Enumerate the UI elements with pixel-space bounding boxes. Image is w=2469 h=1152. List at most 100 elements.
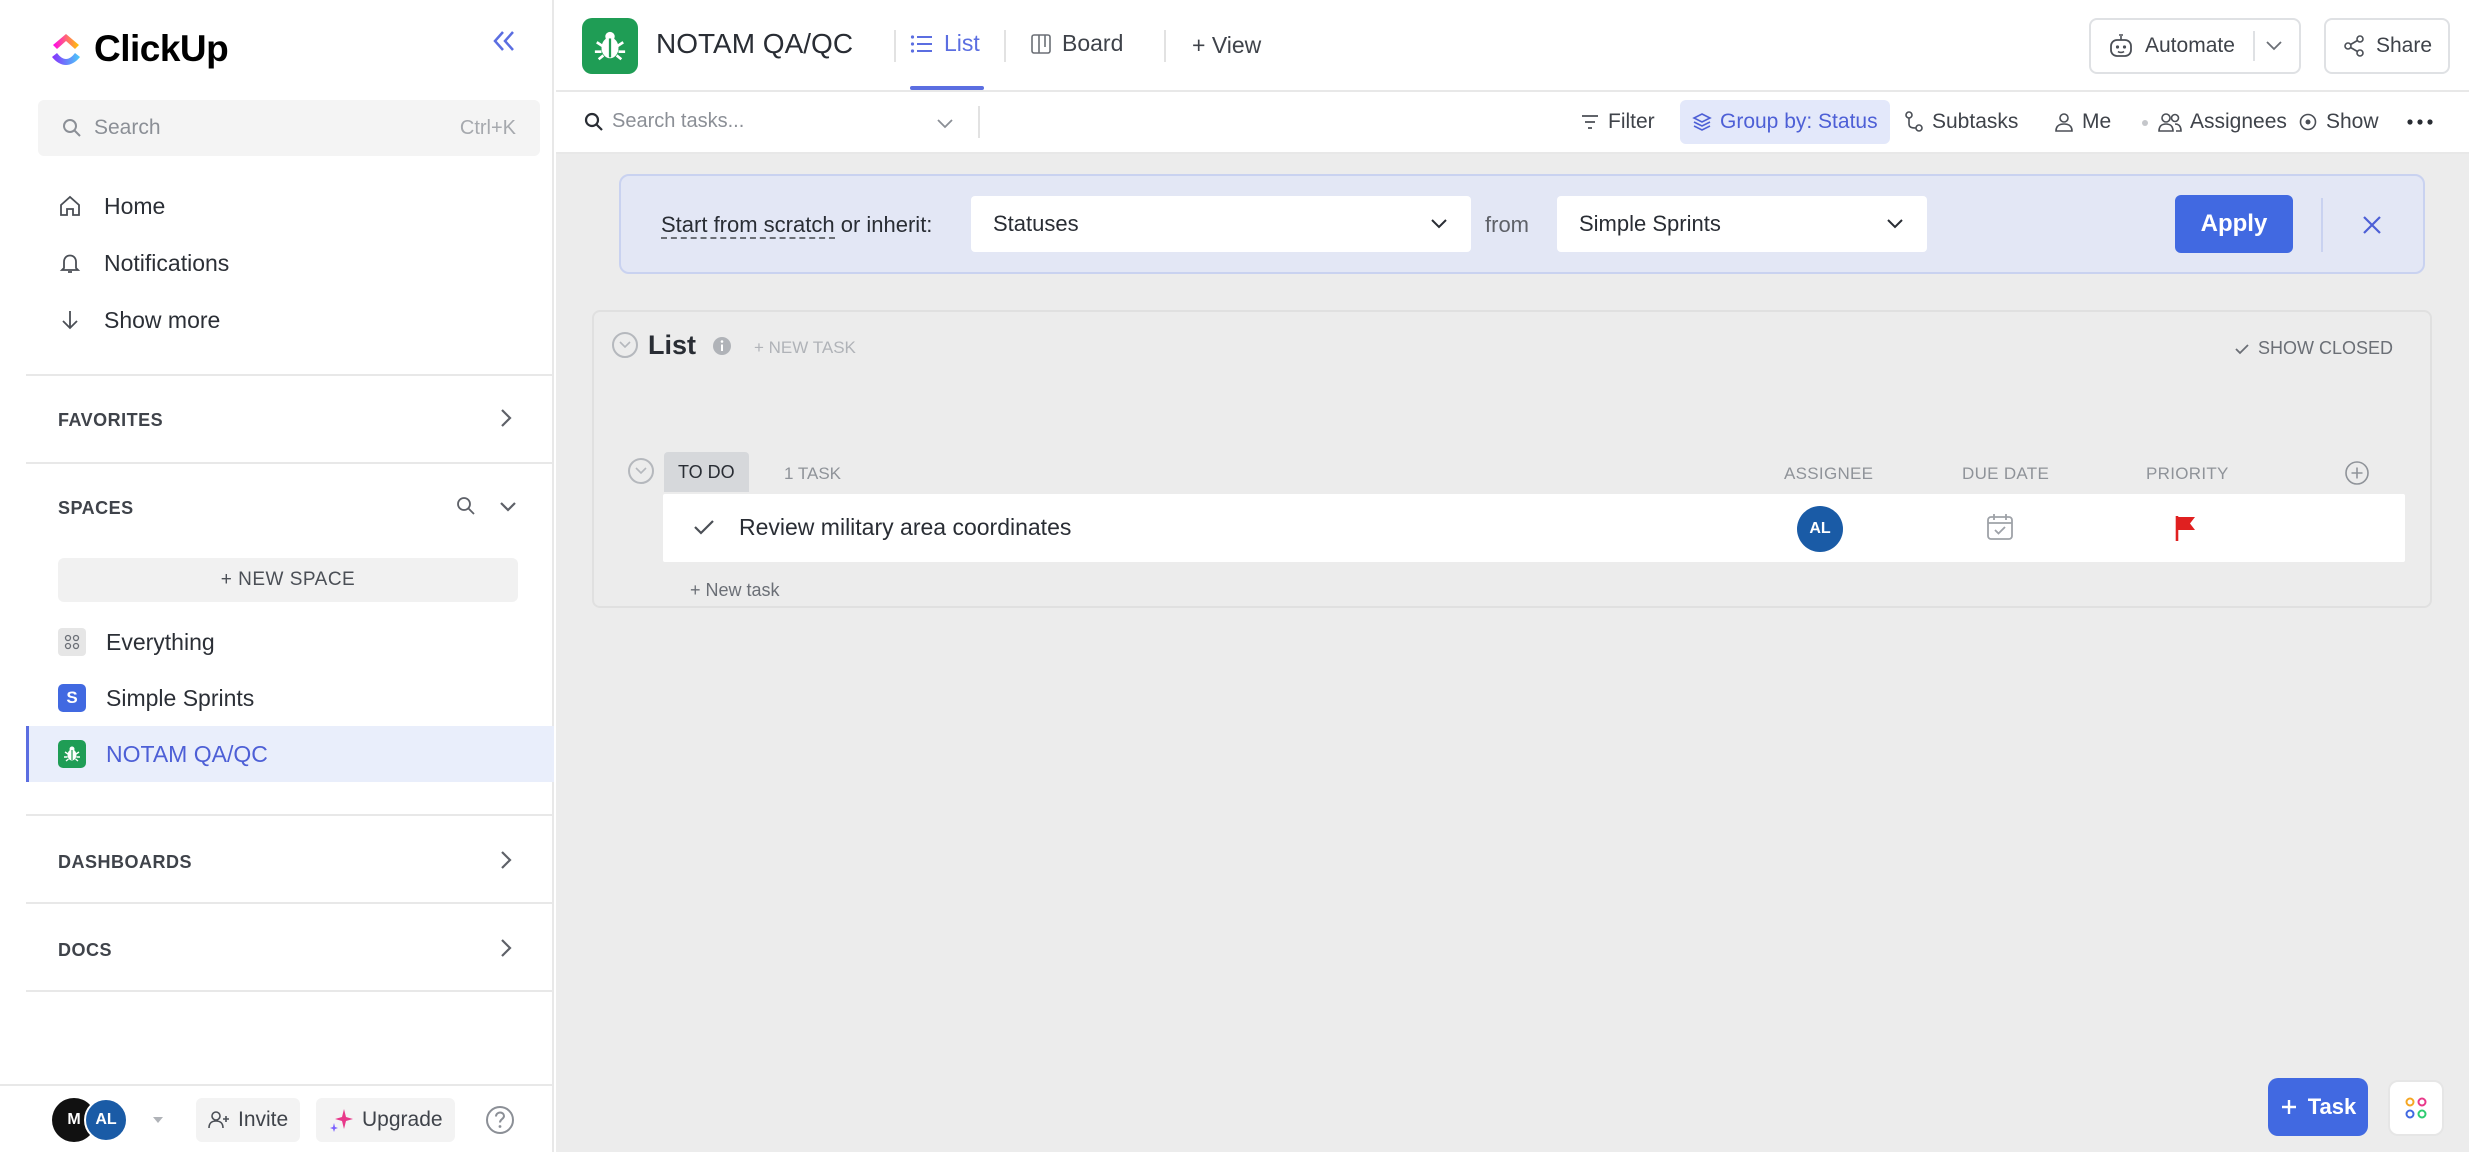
search-shortcut: Ctrl+K bbox=[459, 116, 516, 139]
docs-section-title[interactable]: DOCS bbox=[58, 940, 112, 961]
subtasks-label: Subtasks bbox=[1932, 110, 2019, 133]
tab-board[interactable]: Board bbox=[1030, 30, 1123, 57]
upgrade-button[interactable]: Upgrade bbox=[316, 1098, 455, 1142]
share-label: Share bbox=[2376, 34, 2433, 57]
status-badge[interactable]: TO DO bbox=[664, 452, 749, 492]
sidebar-search-input[interactable]: Search Ctrl+K bbox=[38, 100, 540, 156]
share-button[interactable]: Share bbox=[2324, 18, 2451, 74]
apps-grid-icon bbox=[2405, 1097, 2427, 1119]
task-name[interactable]: Review military area coordinates bbox=[739, 514, 1071, 541]
space-item-everything[interactable]: Everything bbox=[58, 622, 215, 662]
search-options-dropdown[interactable] bbox=[936, 118, 954, 130]
add-new-task-button[interactable]: + New task bbox=[690, 580, 780, 601]
task-complete-toggle[interactable] bbox=[693, 518, 715, 536]
priority-flag-button[interactable] bbox=[2173, 514, 2199, 542]
new-space-button[interactable]: + NEW SPACE bbox=[58, 558, 518, 602]
clickup-logo-icon bbox=[52, 34, 80, 65]
search-tasks-input[interactable]: Search tasks... bbox=[584, 110, 744, 133]
assignees-button[interactable]: Assignees bbox=[2158, 110, 2287, 134]
sidebar-item-show-more[interactable]: Show more bbox=[58, 300, 220, 340]
favorites-section-title[interactable]: FAVORITES bbox=[58, 410, 163, 431]
column-header-priority[interactable]: PRIORITY bbox=[2146, 464, 2229, 484]
automate-button[interactable]: Automate bbox=[2089, 18, 2301, 74]
user-menu-caret[interactable] bbox=[152, 1116, 164, 1124]
chevron-down-icon[interactable] bbox=[2265, 40, 2283, 52]
clickup-logo[interactable]: ClickUp bbox=[48, 28, 229, 70]
close-banner-button[interactable] bbox=[2361, 214, 2383, 236]
table-row[interactable]: Review military area coordinates AL bbox=[663, 494, 2405, 562]
space-item-simple-sprints[interactable]: S Simple Sprints bbox=[58, 678, 254, 718]
add-column-button[interactable] bbox=[2344, 460, 2370, 486]
favorites-expand-button[interactable] bbox=[498, 406, 514, 430]
column-header-assignee[interactable]: ASSIGNEE bbox=[1784, 464, 1873, 484]
double-chevron-left-icon bbox=[493, 31, 514, 51]
separator-dot bbox=[2142, 120, 2148, 126]
dashboards-expand-button[interactable] bbox=[498, 848, 514, 872]
plus-circle-icon bbox=[2345, 461, 2369, 485]
invite-label: Invite bbox=[238, 1108, 289, 1131]
list-info-button[interactable] bbox=[712, 336, 732, 356]
add-view-button[interactable]: + View bbox=[1192, 32, 1261, 59]
spaces-collapse-button[interactable] bbox=[498, 500, 518, 514]
project-bug-icon[interactable] bbox=[582, 18, 638, 74]
user-avatar-group[interactable]: M AL bbox=[52, 1098, 128, 1142]
space-item-notam-qaqc[interactable]: NOTAM QA/QC bbox=[58, 734, 268, 774]
list-collapse-toggle[interactable] bbox=[612, 332, 638, 358]
list-title[interactable]: List bbox=[648, 330, 696, 361]
sidebar-item-notifications[interactable]: Notifications bbox=[58, 243, 229, 283]
source-space-select[interactable]: Simple Sprints bbox=[1557, 196, 1927, 252]
start-from-scratch-link[interactable]: Start from scratch bbox=[661, 212, 835, 239]
flag-icon bbox=[2175, 516, 2195, 541]
info-icon bbox=[713, 337, 731, 355]
invite-button[interactable]: Invite bbox=[196, 1098, 301, 1142]
show-closed-label: SHOW CLOSED bbox=[2258, 338, 2394, 358]
spaces-section-title[interactable]: SPACES bbox=[58, 498, 134, 519]
more-options-button[interactable] bbox=[2406, 118, 2434, 126]
banner-inherit-text: or inherit: bbox=[834, 212, 933, 237]
search-placeholder: Search bbox=[94, 116, 161, 139]
space-item-label: NOTAM QA/QC bbox=[106, 740, 268, 767]
apps-launcher-button[interactable] bbox=[2388, 1080, 2444, 1136]
sidebar-item-home[interactable]: Home bbox=[58, 186, 165, 226]
inherit-statuses-banner: Start from scratch or inherit: Statuses … bbox=[619, 174, 2425, 274]
sidebar-item-label: Home bbox=[104, 192, 166, 219]
help-button[interactable] bbox=[484, 1104, 516, 1136]
chevron-right-icon bbox=[501, 939, 512, 957]
group-by-button[interactable]: Group by: Status bbox=[1680, 100, 1890, 144]
task-count: 1 TASK bbox=[784, 464, 842, 483]
apply-button[interactable]: Apply bbox=[2175, 195, 2293, 253]
subtasks-button[interactable]: Subtasks bbox=[1904, 110, 2018, 134]
list-icon bbox=[910, 34, 932, 53]
due-date-button[interactable] bbox=[1985, 512, 2015, 542]
users-icon bbox=[2158, 113, 2182, 132]
assignee-avatar[interactable]: AL bbox=[1797, 506, 1843, 552]
show-closed-button[interactable]: SHOW CLOSED bbox=[2234, 338, 2393, 359]
group-collapse-toggle[interactable] bbox=[628, 458, 654, 484]
me-filter-button[interactable]: Me bbox=[2054, 110, 2111, 134]
column-header-due-date[interactable]: DUE DATE bbox=[1962, 464, 2049, 484]
divider bbox=[978, 106, 980, 138]
statuses-select[interactable]: Statuses bbox=[971, 196, 1471, 252]
create-task-button[interactable]: Task bbox=[2268, 1078, 2368, 1136]
chevron-right-icon bbox=[501, 851, 512, 869]
add-user-icon bbox=[208, 1111, 229, 1129]
bug-icon bbox=[58, 740, 86, 768]
list-new-task-button[interactable]: + NEW TASK bbox=[754, 338, 856, 358]
filter-button[interactable]: Filter bbox=[1580, 110, 1655, 134]
docs-expand-button[interactable] bbox=[498, 936, 514, 960]
user-icon bbox=[2055, 113, 2073, 132]
grid-icon bbox=[58, 628, 86, 656]
show-options-button[interactable]: Show bbox=[2298, 110, 2379, 134]
project-title[interactable]: NOTAM QA/QC bbox=[656, 28, 853, 60]
bug-icon bbox=[594, 31, 626, 61]
sidebar-bottom-bar: M AL Invite Upgrade bbox=[0, 1084, 554, 1152]
plus-icon bbox=[2281, 1100, 2296, 1114]
spaces-search-button[interactable] bbox=[456, 496, 476, 516]
collapse-sidebar-button[interactable] bbox=[492, 30, 516, 52]
close-icon bbox=[2363, 216, 2381, 234]
help-icon bbox=[486, 1106, 514, 1134]
list-content-area bbox=[556, 154, 2469, 1152]
list-toolbar: Search tasks... Filter Group by: Status … bbox=[556, 92, 2469, 154]
tab-list[interactable]: List bbox=[910, 30, 980, 57]
dashboards-section-title[interactable]: DASHBOARDS bbox=[58, 852, 192, 873]
